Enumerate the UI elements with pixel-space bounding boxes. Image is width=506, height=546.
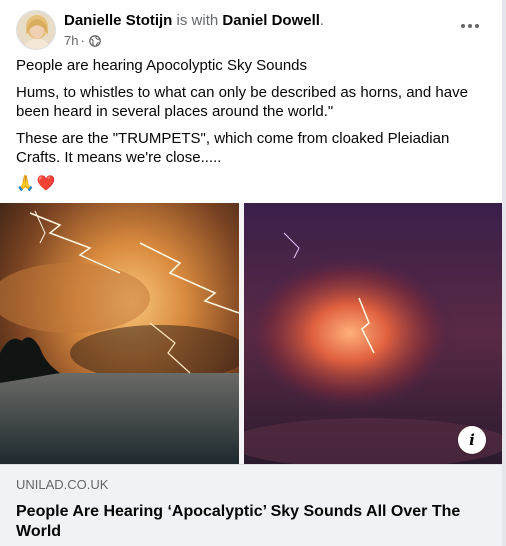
more-dot (468, 24, 472, 28)
post-meta: 7h · (64, 33, 444, 49)
more-options-icon[interactable] (454, 14, 486, 38)
post-emojis: 🙏 ❤️ (16, 174, 55, 193)
post-paragraph: These are the "TRUMPETS", which come fro… (16, 130, 450, 166)
orange-storm-image (0, 203, 239, 464)
heart-emoji: ❤️ (36, 175, 56, 192)
more-dot (475, 24, 479, 28)
avatar-image (17, 11, 55, 49)
tagged-suffix: . (319, 12, 325, 29)
link-image[interactable]: i (0, 203, 502, 464)
header-text: Danielle Stotijn is with Daniel Dowell. … (64, 11, 444, 49)
feed-background (502, 0, 506, 546)
author-avatar[interactable] (16, 10, 56, 50)
link-preview[interactable]: UNILAD.CO.UK People Are Hearing ‘Apocaly… (0, 464, 502, 546)
purple-storm-image (244, 203, 502, 464)
more-dot (461, 24, 465, 28)
link-domain: UNILAD.CO.UK (16, 477, 109, 492)
post-time[interactable]: 7h (64, 33, 78, 49)
tagged-name[interactable]: Daniel Dowell (222, 12, 320, 29)
praying-hands-emoji: 🙏 (16, 175, 35, 192)
with-text: is with (176, 12, 219, 29)
post-header: Danielle Stotijn is with Daniel Dowell. … (16, 10, 486, 50)
post-paragraph: Hums, to whistles to what can only be de… (16, 84, 468, 120)
author-line: Danielle Stotijn is with Daniel Dowell. (64, 11, 444, 30)
meta-separator: · (80, 33, 85, 48)
post-paragraph: People are hearing Apocolyptic Sky Sound… (16, 57, 308, 74)
post-text: People are hearing Apocolyptic Sky Sound… (16, 56, 490, 175)
link-title[interactable]: People Are Hearing ‘Apocalyptic’ Sky Sou… (16, 502, 486, 542)
author-name[interactable]: Danielle Stotijn (64, 12, 172, 29)
globe-icon[interactable] (88, 35, 101, 47)
info-button[interactable]: i (458, 426, 486, 454)
post-card: Danielle Stotijn is with Daniel Dowell. … (0, 0, 502, 546)
